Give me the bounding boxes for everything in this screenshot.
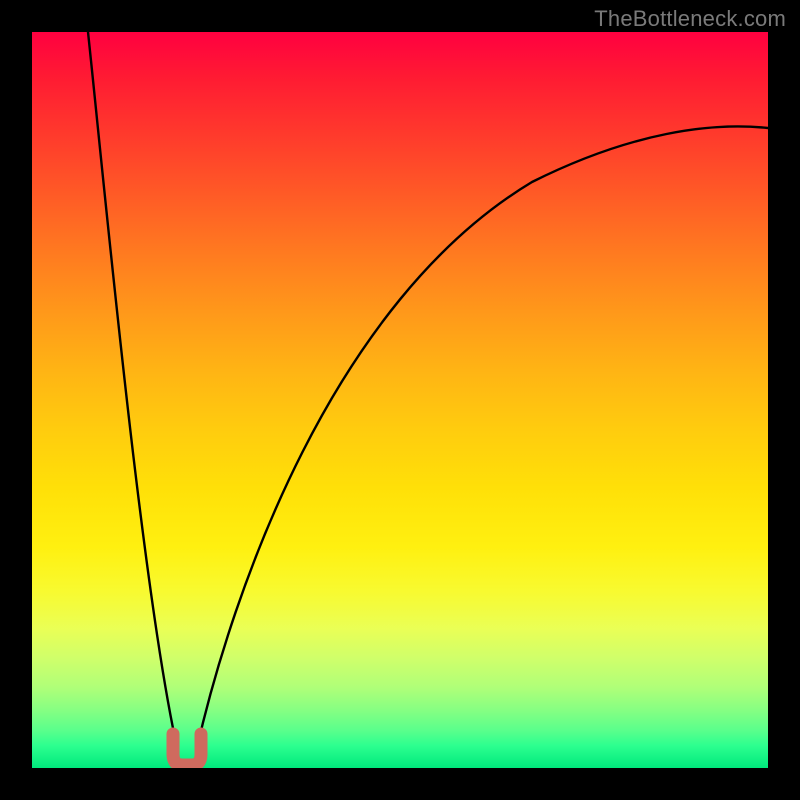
gradient-plot-area [32,32,768,768]
curve-left-branch [88,32,178,752]
curve-layer [32,32,768,768]
trough-nub [173,734,201,765]
watermark-text: TheBottleneck.com [594,6,786,32]
chart-frame: TheBottleneck.com [0,0,800,800]
curve-right-branch [196,126,768,752]
